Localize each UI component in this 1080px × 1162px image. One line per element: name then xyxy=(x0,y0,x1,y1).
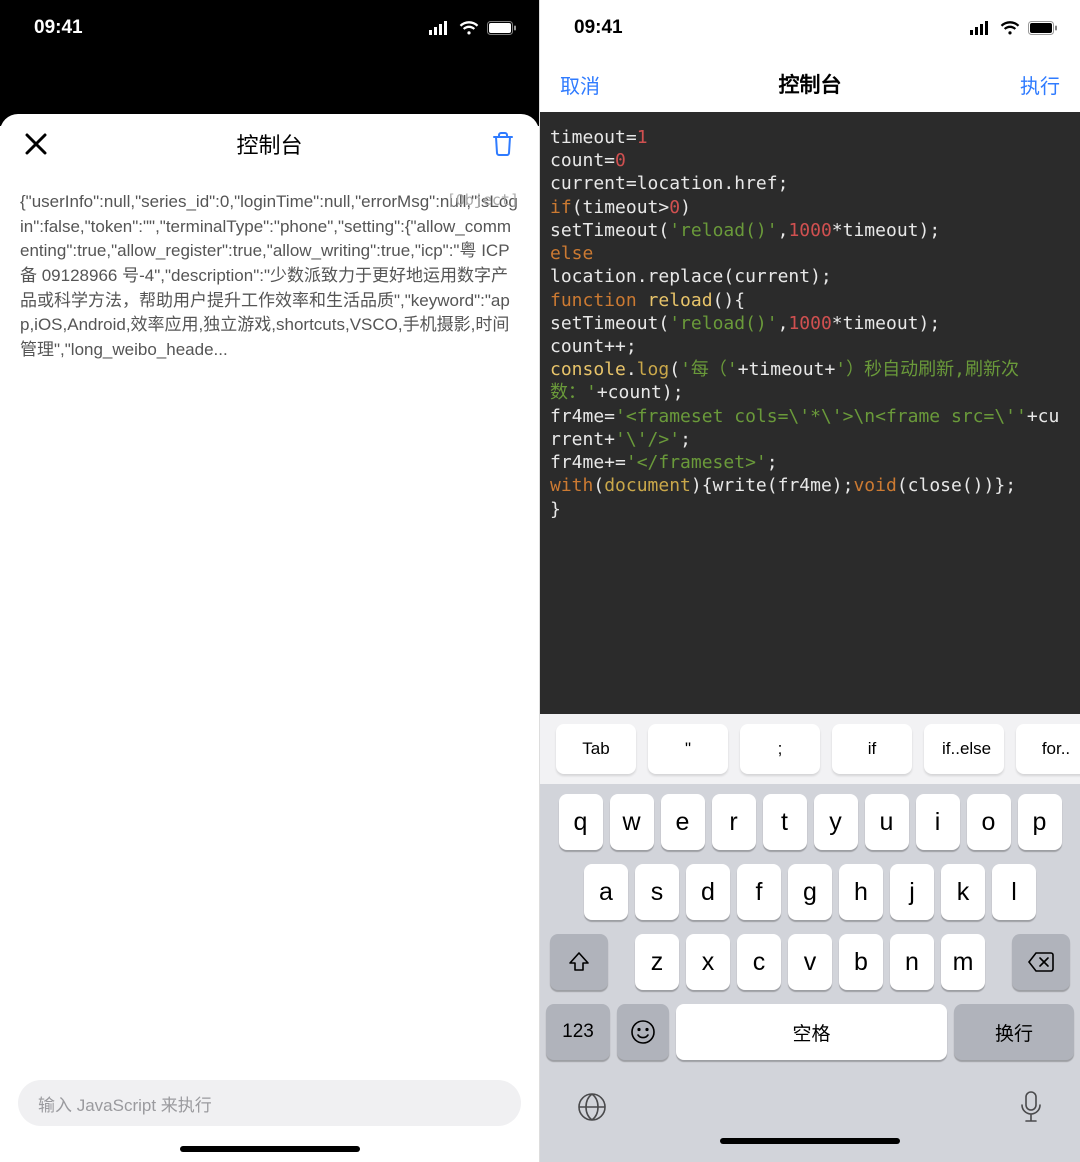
close-icon xyxy=(25,133,47,155)
accessory-key-[interactable]: ; xyxy=(740,724,820,774)
key-z[interactable]: z xyxy=(635,934,679,990)
output-text: {"userInfo":null,"series_id":0,"loginTim… xyxy=(20,192,518,359)
key-l[interactable]: l xyxy=(992,864,1036,920)
js-input[interactable]: 输入 JavaScript 来执行 xyxy=(18,1080,521,1126)
nav-bar: 取消 控制台 执行 xyxy=(540,56,1080,112)
accessory-key-ifelse[interactable]: if..else xyxy=(924,724,1004,774)
status-icons xyxy=(970,20,1058,36)
status-icons xyxy=(429,20,517,36)
key-y[interactable]: y xyxy=(814,794,858,850)
shift-key[interactable] xyxy=(550,934,608,990)
numeric-key[interactable]: 123 xyxy=(546,1004,610,1060)
globe-key[interactable] xyxy=(576,1091,608,1123)
home-indicator[interactable] xyxy=(720,1138,900,1144)
backspace-icon xyxy=(1027,951,1055,973)
cancel-button[interactable]: 取消 xyxy=(560,70,600,99)
mic-icon xyxy=(1018,1090,1044,1124)
close-button[interactable] xyxy=(18,126,54,162)
key-c[interactable]: c xyxy=(737,934,781,990)
key-f[interactable]: f xyxy=(737,864,781,920)
key-e[interactable]: e xyxy=(661,794,705,850)
cellular-icon xyxy=(429,21,451,35)
accessory-key-Tab[interactable]: Tab xyxy=(556,724,636,774)
wifi-icon xyxy=(999,20,1021,36)
key-w[interactable]: w xyxy=(610,794,654,850)
code-editor[interactable]: timeout=1 count=0 current=location.href;… xyxy=(540,112,1080,714)
dictation-key[interactable] xyxy=(1018,1090,1044,1124)
key-q[interactable]: q xyxy=(559,794,603,850)
soft-keyboard: qwertyuiop asdfghjkl zxcvbnm 123 空格 换行 xyxy=(540,784,1080,1162)
shift-icon xyxy=(567,950,591,974)
key-x[interactable]: x xyxy=(686,934,730,990)
key-h[interactable]: h xyxy=(839,864,883,920)
home-indicator[interactable] xyxy=(180,1146,360,1152)
key-i[interactable]: i xyxy=(916,794,960,850)
return-key[interactable]: 换行 xyxy=(954,1004,1074,1060)
modal-title: 控制台 xyxy=(54,128,485,160)
battery-icon xyxy=(1028,21,1058,35)
accessory-bar: Tab";ifif..elsefor.. xyxy=(540,714,1080,784)
key-k[interactable]: k xyxy=(941,864,985,920)
wifi-icon xyxy=(458,20,480,36)
emoji-key[interactable] xyxy=(617,1004,669,1060)
status-bar-left: 09:41 xyxy=(0,0,539,56)
accessory-key-for[interactable]: for.. xyxy=(1016,724,1080,774)
status-time: 09:41 xyxy=(34,17,83,39)
cellular-icon xyxy=(970,21,992,35)
key-s[interactable]: s xyxy=(635,864,679,920)
globe-icon xyxy=(576,1091,608,1123)
key-o[interactable]: o xyxy=(967,794,1011,850)
status-time: 09:41 xyxy=(574,17,623,39)
key-r[interactable]: r xyxy=(712,794,756,850)
js-input-placeholder: 输入 JavaScript 来执行 xyxy=(38,1091,212,1116)
output-type-tag: [Object] xyxy=(447,190,519,212)
key-n[interactable]: n xyxy=(890,934,934,990)
key-m[interactable]: m xyxy=(941,934,985,990)
key-g[interactable]: g xyxy=(788,864,832,920)
key-b[interactable]: b xyxy=(839,934,883,990)
key-a[interactable]: a xyxy=(584,864,628,920)
key-v[interactable]: v xyxy=(788,934,832,990)
emoji-icon xyxy=(630,1019,656,1045)
key-u[interactable]: u xyxy=(865,794,909,850)
accessory-key-if[interactable]: if xyxy=(832,724,912,774)
battery-icon xyxy=(487,21,517,35)
status-bar-right: 09:41 xyxy=(540,0,1080,56)
key-j[interactable]: j xyxy=(890,864,934,920)
key-p[interactable]: p xyxy=(1018,794,1062,850)
key-d[interactable]: d xyxy=(686,864,730,920)
accessory-key-[interactable]: " xyxy=(648,724,728,774)
console-modal: 控制台 {"userInfo":null,"series_id":0,"logi… xyxy=(0,114,539,1162)
console-output[interactable]: {"userInfo":null,"series_id":0,"loginTim… xyxy=(0,174,539,1080)
space-key[interactable]: 空格 xyxy=(676,1004,947,1060)
nav-title: 控制台 xyxy=(779,69,842,99)
backspace-key[interactable] xyxy=(1012,934,1070,990)
key-t[interactable]: t xyxy=(763,794,807,850)
run-button[interactable]: 执行 xyxy=(1020,70,1060,99)
clear-button[interactable] xyxy=(485,126,521,162)
trash-icon xyxy=(491,131,515,157)
